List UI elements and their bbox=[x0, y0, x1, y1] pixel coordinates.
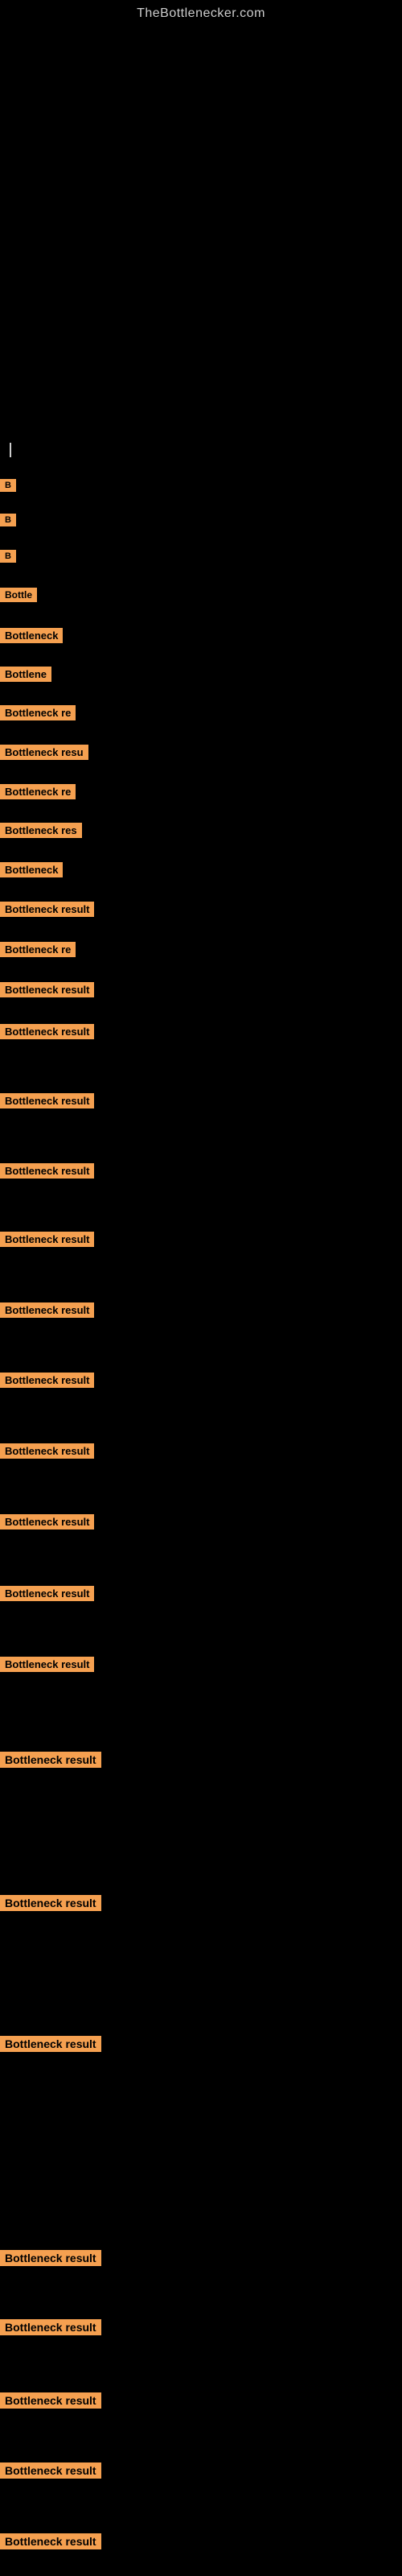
bottleneck-label-3: B bbox=[0, 550, 16, 563]
bottleneck-label-24: Bottleneck result bbox=[0, 1657, 94, 1672]
bottleneck-label-20: Bottleneck result bbox=[0, 1373, 94, 1388]
bottleneck-label-10: Bottleneck res bbox=[0, 823, 82, 838]
bottleneck-label-26: Bottleneck result bbox=[0, 1895, 101, 1911]
bottleneck-label-28: Bottleneck result bbox=[0, 2250, 101, 2266]
bottleneck-label-25: Bottleneck result bbox=[0, 1752, 101, 1768]
bottleneck-label-17: Bottleneck result bbox=[0, 1163, 94, 1179]
bottleneck-label-15: Bottleneck result bbox=[0, 1024, 94, 1039]
bottleneck-label-1: B bbox=[0, 479, 16, 492]
bottleneck-label-7: Bottleneck re bbox=[0, 705, 76, 720]
bottleneck-label-32: Bottleneck result bbox=[0, 2533, 101, 2549]
bottleneck-label-5: Bottleneck bbox=[0, 628, 63, 643]
bottleneck-label-14: Bottleneck result bbox=[0, 982, 94, 997]
bottleneck-label-2: B bbox=[0, 514, 16, 526]
bottleneck-label-22: Bottleneck result bbox=[0, 1514, 94, 1530]
bottleneck-label-31: Bottleneck result bbox=[0, 2462, 101, 2479]
bottleneck-label-4: Bottle bbox=[0, 588, 37, 602]
cursor-indicator bbox=[10, 443, 11, 457]
bottleneck-label-6: Bottlene bbox=[0, 667, 51, 682]
bottleneck-label-30: Bottleneck result bbox=[0, 2392, 101, 2409]
bottleneck-label-21: Bottleneck result bbox=[0, 1443, 94, 1459]
bottleneck-label-18: Bottleneck result bbox=[0, 1232, 94, 1247]
bottleneck-label-29: Bottleneck result bbox=[0, 2319, 101, 2335]
bottleneck-label-23: Bottleneck result bbox=[0, 1586, 94, 1601]
bottleneck-label-16: Bottleneck result bbox=[0, 1093, 94, 1108]
bottleneck-label-9: Bottleneck re bbox=[0, 784, 76, 799]
bottleneck-label-19: Bottleneck result bbox=[0, 1302, 94, 1318]
bottleneck-label-8: Bottleneck resu bbox=[0, 745, 88, 760]
site-title: TheBottlenecker.com bbox=[0, 0, 402, 21]
bottleneck-label-11: Bottleneck bbox=[0, 862, 63, 877]
bottleneck-label-13: Bottleneck re bbox=[0, 942, 76, 957]
bottleneck-label-12: Bottleneck result bbox=[0, 902, 94, 917]
bottleneck-label-27: Bottleneck result bbox=[0, 2036, 101, 2052]
